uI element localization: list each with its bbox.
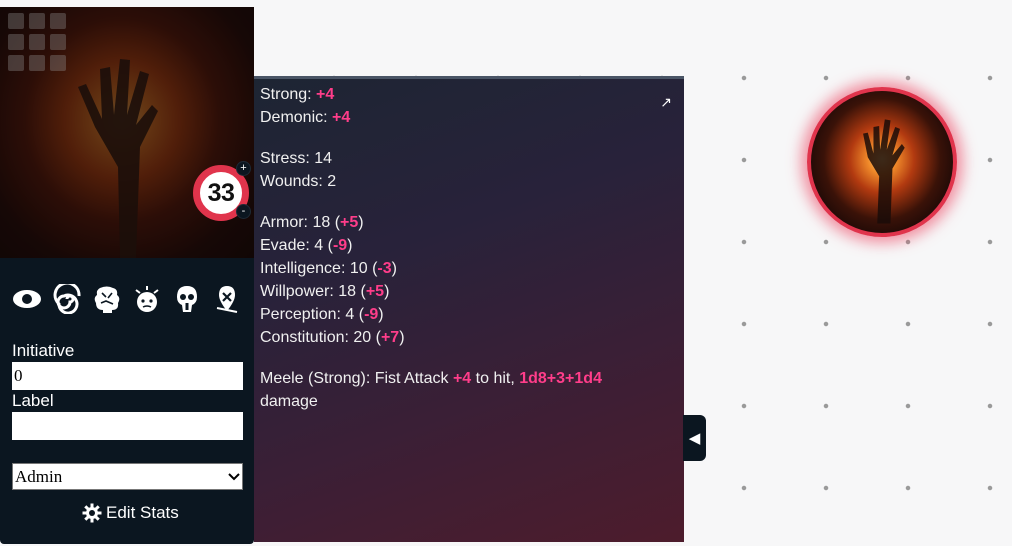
character-panel: 33 + - Initiative Label Admin xyxy=(0,7,254,544)
eye-icon[interactable] xyxy=(12,283,42,315)
dazed-icon[interactable] xyxy=(132,283,162,315)
stat-intelligence: Intelligence: 10 (-3) xyxy=(260,260,397,277)
initiative-label: Initiative xyxy=(12,341,75,360)
initiative-input[interactable] xyxy=(12,362,243,390)
label-input[interactable] xyxy=(12,412,243,440)
stats-popup: ↗ Strong: +4 Demonic: +4 Stress: 14 Woun… xyxy=(254,76,684,542)
stat-perception: Perception: 4 (-9) xyxy=(260,306,384,323)
expand-icon[interactable]: ↗ xyxy=(660,91,672,114)
hp-value: 33 xyxy=(207,178,235,207)
stat-constitution: Constitution: 20 (+7) xyxy=(260,329,405,346)
chevron-down-icon xyxy=(228,472,240,480)
pin-icon[interactable] xyxy=(212,283,242,315)
stat-willpower: Willpower: 18 (+5) xyxy=(260,283,390,300)
label-label: Label xyxy=(12,391,54,410)
hp-decrease-button[interactable]: - xyxy=(236,204,251,219)
brain-icon[interactable] xyxy=(92,283,122,315)
stat-demonic: Demonic: +4 xyxy=(260,109,351,126)
role-select[interactable]: Admin xyxy=(12,463,243,490)
stat-wounds: Wounds: 2 xyxy=(260,173,337,190)
demon-hand-image xyxy=(863,119,905,224)
stat-strong: Strong: +4 xyxy=(260,86,335,103)
grid-handle-icon[interactable] xyxy=(8,13,66,71)
stat-stress: Stress: 14 xyxy=(260,150,333,167)
stat-armor: Armor: 18 (+5) xyxy=(260,214,364,231)
condition-icons xyxy=(12,283,242,315)
attack-damage-label: damage xyxy=(260,393,318,410)
edit-stats-label: Edit Stats xyxy=(106,503,179,522)
map-token[interactable] xyxy=(807,87,957,237)
spiral-icon[interactable] xyxy=(52,283,82,315)
stat-evade: Evade: 4 (-9) xyxy=(260,237,353,254)
gear-icon xyxy=(82,503,102,523)
hp-increase-button[interactable]: + xyxy=(236,161,251,176)
role-select-value: Admin xyxy=(15,466,63,486)
attack-line: Meele (Strong): Fist Attack +4 to hit, 1… xyxy=(260,370,602,387)
edit-stats-button[interactable]: Edit Stats xyxy=(82,503,179,523)
collapse-panel-button[interactable]: ◀ xyxy=(683,415,706,461)
skull-icon[interactable] xyxy=(172,283,202,315)
